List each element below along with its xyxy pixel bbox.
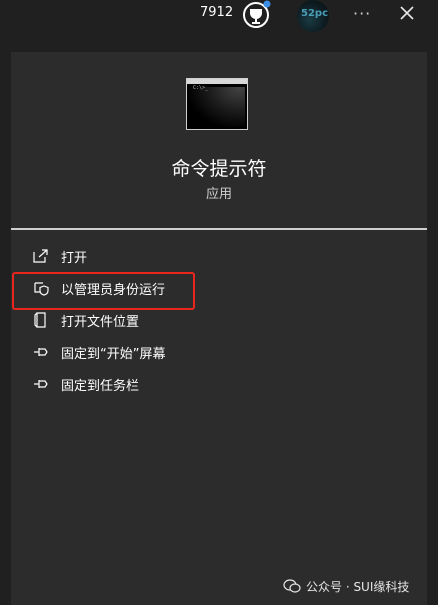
avatar-text: 52pc xyxy=(301,8,329,19)
pin-icon xyxy=(33,344,49,360)
menu-item-pin-to-taskbar[interactable]: 固定到任务栏 xyxy=(11,370,427,400)
app-icon-screen xyxy=(189,87,245,127)
pin-icon xyxy=(33,376,49,392)
menu-item-pin-to-start[interactable]: 固定到“开始”屏幕 xyxy=(11,338,427,368)
highlight-box xyxy=(12,272,195,310)
menu-item-label: 固定到“开始”屏幕 xyxy=(61,347,166,362)
rewards-trophy-icon[interactable] xyxy=(241,0,271,30)
app-details-panel: C:\>_ 命令提示符 应用 打开 以管理员身份运行 打开文件位置 固定到“开始… xyxy=(11,52,427,605)
open-window-icon xyxy=(33,248,49,264)
wechat-icon xyxy=(283,578,301,593)
close-icon[interactable] xyxy=(398,4,416,22)
app-icon-titlebar xyxy=(187,79,247,84)
divider xyxy=(11,228,427,230)
more-options-icon[interactable]: ··· xyxy=(353,4,373,24)
watermark-text: 公众号 · SUI缘科技 xyxy=(306,580,410,594)
app-icon-prompt-text: C:\>_ xyxy=(193,85,209,91)
menu-item-open-file-location[interactable]: 打开文件位置 xyxy=(11,306,427,336)
document-icon xyxy=(33,312,49,328)
menu-item-open[interactable]: 打开 xyxy=(11,242,427,272)
top-bar: 7912 52pc ··· xyxy=(0,0,438,40)
user-avatar[interactable]: 52pc xyxy=(297,0,329,32)
menu-item-label: 打开 xyxy=(61,251,88,266)
app-type-label: 应用 xyxy=(205,187,232,202)
app-name: 命令提示符 xyxy=(171,158,267,180)
menu-item-label: 打开文件位置 xyxy=(61,315,140,330)
command-prompt-app-icon: C:\>_ xyxy=(186,78,248,130)
menu-item-label: 固定到任务栏 xyxy=(61,379,140,394)
points-counter: 7912 xyxy=(200,5,234,20)
